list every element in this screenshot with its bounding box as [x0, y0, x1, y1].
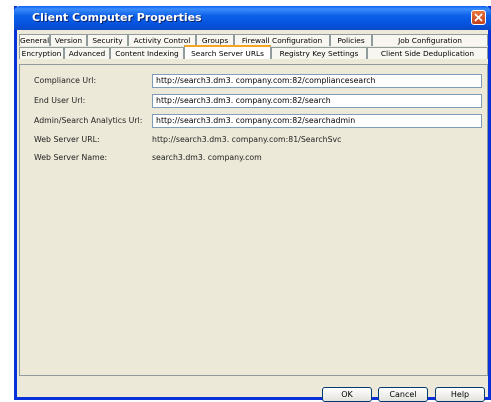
admin-url-label: Admin/Search Analytics Url:: [34, 116, 143, 125]
tab-registry-key-settings[interactable]: Registry Key Settings: [271, 47, 367, 59]
compliance-url-label: Compliance Url:: [34, 76, 97, 85]
tab-advanced[interactable]: Advanced: [64, 47, 110, 59]
close-button[interactable]: [471, 10, 486, 25]
tab-job-configuration[interactable]: Job Configuration: [372, 34, 488, 46]
web-server-name-value: search3.dm3. company.com: [152, 153, 262, 162]
search-server-urls-panel: Compliance Url: http://search3.dm3. comp…: [19, 64, 488, 376]
admin-url-field[interactable]: http://search3.dm3. company.com:82/searc…: [152, 114, 482, 128]
title-bar[interactable]: Client Computer Properties: [14, 6, 491, 30]
tab-general[interactable]: General: [19, 34, 50, 46]
tab-security[interactable]: Security: [87, 34, 128, 46]
tab-encryption[interactable]: Encryption: [19, 47, 64, 59]
tab-search-server-urls[interactable]: Search Server URLs: [184, 45, 271, 59]
end-user-url-field[interactable]: http://search3.dm3. company.com:82/searc…: [152, 94, 482, 108]
window-title: Client Computer Properties: [32, 11, 202, 24]
tab-strip: General Version Security Activity Contro…: [19, 34, 488, 66]
tab-version[interactable]: Version: [50, 34, 87, 46]
web-server-name-label: Web Server Name:: [34, 153, 108, 162]
tab-client-side-deduplication[interactable]: Client Side Deduplication: [367, 47, 488, 59]
compliance-url-field[interactable]: http://search3.dm3. company.com:82/compl…: [152, 74, 482, 88]
close-icon: [474, 13, 483, 22]
web-server-url-label: Web Server URL:: [34, 135, 100, 144]
tab-policies[interactable]: Policies: [330, 34, 372, 46]
web-server-url-value: http://search3.dm3. company.com:81/Searc…: [152, 135, 342, 144]
tab-content-indexing[interactable]: Content Indexing: [110, 47, 184, 59]
end-user-url-label: End User Url:: [34, 96, 86, 105]
properties-dialog: Client Computer Properties General Versi…: [14, 6, 491, 402]
